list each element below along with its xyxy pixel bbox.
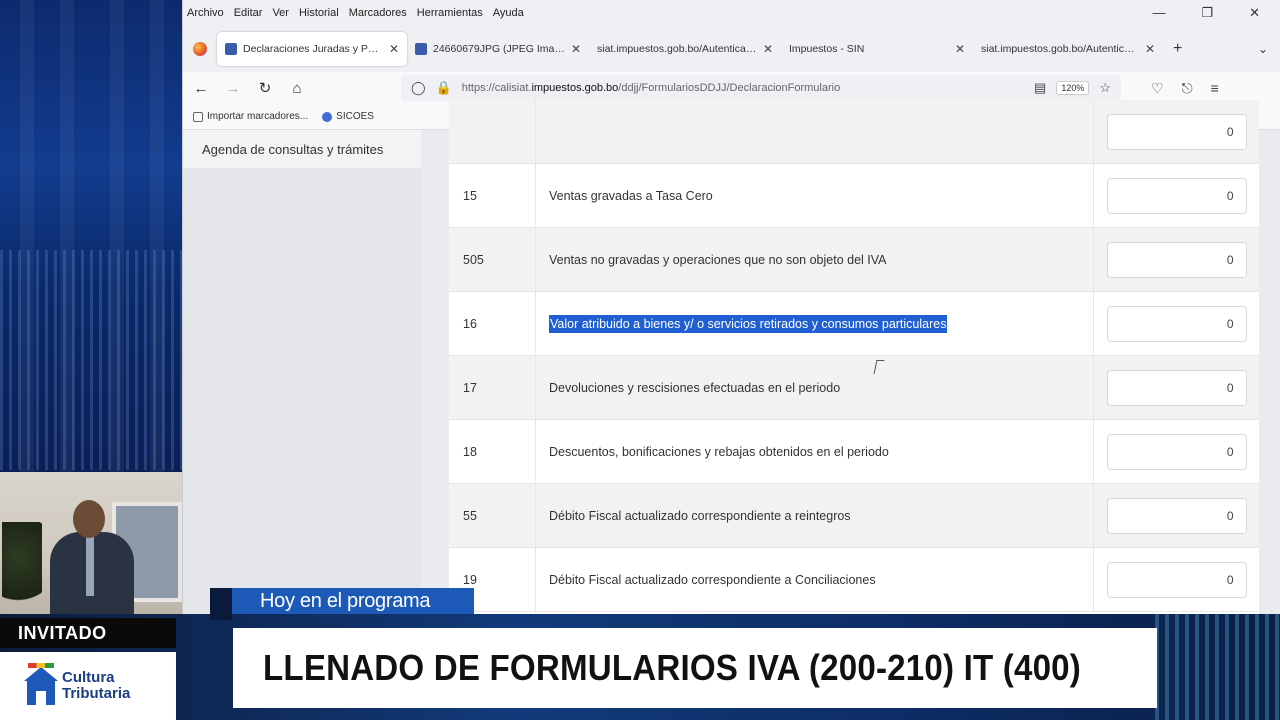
- bookmark-sicoes[interactable]: SICOES: [322, 111, 374, 122]
- row-code: 15: [449, 164, 536, 227]
- lower-third-edge: [210, 588, 232, 620]
- chevron-down-icon[interactable]: ⌄: [1258, 42, 1268, 56]
- selected-text: Valor atribuido a bienes y/ o servicios …: [549, 314, 948, 333]
- back-icon[interactable]: ←: [193, 80, 209, 97]
- menu-historial[interactable]: Historial: [299, 7, 339, 19]
- minimize-icon[interactable]: —: [1152, 5, 1165, 21]
- menu-hamburger-icon[interactable]: ≡: [1211, 80, 1219, 97]
- cultura-tributaria-logo: Cultura Tributaria: [0, 652, 176, 720]
- tab-impuestos-sin[interactable]: Impuestos - SIN ✕: [781, 32, 973, 66]
- row-description: Ventas no gravadas y operaciones que no …: [536, 228, 1094, 291]
- guest-label: INVITADO: [0, 618, 176, 648]
- table-row: 19 Débito Fiscal actualizado correspondi…: [449, 548, 1259, 612]
- table-row: 55 Débito Fiscal actualizado correspondi…: [449, 484, 1259, 548]
- import-icon: [193, 111, 203, 122]
- menu-archivo[interactable]: Archivo: [187, 7, 224, 19]
- row-value-input[interactable]: [1106, 497, 1247, 534]
- row-description: Valor atribuido a bienes y/ o servicios …: [536, 292, 1094, 355]
- sicoes-icon: [322, 111, 333, 122]
- studio-background: [0, 0, 182, 472]
- tab-jpeg-image[interactable]: 24660679JPG (JPEG Imagen ✕: [407, 32, 589, 66]
- close-tab-icon[interactable]: ✕: [763, 42, 773, 56]
- menu-marcadores[interactable]: Marcadores: [349, 7, 407, 19]
- logo-text: Cultura Tributaria: [62, 670, 130, 702]
- row-value-input[interactable]: [1106, 369, 1247, 406]
- row-value-input[interactable]: [1106, 241, 1247, 278]
- program-label: Hoy en el programa: [232, 588, 474, 614]
- zoom-level[interactable]: 120%: [1056, 81, 1090, 95]
- guest-webcam: [0, 472, 182, 620]
- bookmark-star-icon[interactable]: ☆: [1099, 80, 1111, 96]
- close-window-icon[interactable]: ✕: [1249, 5, 1260, 21]
- row-value-input[interactable]: [1106, 113, 1247, 150]
- menu-herramientas[interactable]: Herramientas: [417, 7, 483, 19]
- pocket-icon[interactable]: ♡: [1151, 80, 1164, 97]
- table-row: 18 Descuentos, bonificaciones y rebajas …: [449, 420, 1259, 484]
- page-content: Agenda de consultas y trámites 15 Ventas…: [183, 100, 1280, 620]
- table-row: 16 Valor atribuido a bienes y/ o servici…: [449, 292, 1259, 356]
- tab-bar: Declaraciones Juradas y Portal ✕ 2466067…: [183, 26, 1280, 72]
- menu-ver[interactable]: Ver: [272, 7, 289, 19]
- row-code: 18: [449, 420, 536, 483]
- tab-siat-auth-2[interactable]: siat.impuestos.gob.bo/Autenticacio ✕: [973, 32, 1163, 66]
- image-favicon-icon: [415, 43, 427, 55]
- row-description: Descuentos, bonificaciones y rebajas obt…: [536, 420, 1094, 483]
- forward-icon[interactable]: →: [225, 80, 241, 97]
- close-tab-icon[interactable]: ✕: [571, 42, 581, 56]
- declaration-form: 15 Ventas gravadas a Tasa Cero 505 Venta…: [449, 100, 1259, 620]
- broadcast-frame: Archivo Editar Ver Historial Marcadores …: [0, 0, 1280, 720]
- tab-declaraciones[interactable]: Declaraciones Juradas y Portal ✕: [217, 32, 407, 66]
- lock-icon[interactable]: 🔒: [436, 80, 452, 96]
- row-description: Débito Fiscal actualizado correspondient…: [536, 484, 1094, 547]
- table-row: [449, 100, 1259, 164]
- close-tab-icon[interactable]: ✕: [1145, 42, 1155, 56]
- logo-line-1: Cultura: [62, 669, 115, 686]
- close-tab-icon[interactable]: ✕: [389, 42, 399, 56]
- menu-editar[interactable]: Editar: [234, 7, 263, 19]
- row-value-input[interactable]: [1106, 177, 1247, 214]
- row-value-input[interactable]: [1106, 433, 1247, 470]
- table-row: 505 Ventas no gravadas y operaciones que…: [449, 228, 1259, 292]
- row-description: Débito Fiscal actualizado correspondient…: [536, 548, 1094, 611]
- row-code: 505: [449, 228, 536, 291]
- row-value-input[interactable]: [1106, 561, 1247, 598]
- sidebar-item-agenda[interactable]: Agenda de consultas y trámites: [183, 130, 421, 168]
- new-tab-icon[interactable]: +: [1173, 40, 1182, 58]
- building-logo-icon: [24, 663, 58, 705]
- menu-ayuda[interactable]: Ayuda: [493, 7, 524, 19]
- close-tab-icon[interactable]: ✕: [955, 42, 965, 56]
- url-text[interactable]: https://calisiat.impuestos.gob.bo/ddjj/F…: [462, 82, 1024, 94]
- browser-window: Archivo Editar Ver Historial Marcadores …: [182, 0, 1280, 620]
- home-icon[interactable]: ⌂: [289, 80, 305, 97]
- program-title: LLENADO DE FORMULARIOS IVA (200-210) IT …: [263, 647, 1081, 688]
- row-code: 16: [449, 292, 536, 355]
- restore-icon[interactable]: ❐: [1201, 5, 1213, 21]
- menu-bar: Archivo Editar Ver Historial Marcadores …: [183, 0, 1280, 26]
- row-description: Ventas gravadas a Tasa Cero: [536, 164, 1094, 227]
- page-favicon-icon: [225, 43, 237, 55]
- url-bar[interactable]: ◯ 🔒 https://calisiat.impuestos.gob.bo/dd…: [401, 75, 1121, 101]
- logo-line-2: Tributaria: [62, 685, 131, 702]
- row-code: 55: [449, 484, 536, 547]
- row-code: [449, 100, 536, 163]
- table-row: 17 Devoluciones y rescisiones efectuadas…: [449, 356, 1259, 420]
- row-value-input[interactable]: [1106, 305, 1247, 342]
- firefox-icon: [193, 42, 207, 56]
- extensions-icon[interactable]: ⎋: [1182, 80, 1193, 97]
- shield-icon[interactable]: ◯: [411, 80, 426, 96]
- reader-view-icon[interactable]: ▤: [1034, 80, 1046, 96]
- reload-icon[interactable]: ↻: [257, 79, 273, 97]
- bookmark-import[interactable]: Importar marcadores...: [193, 111, 308, 122]
- program-title-bar: LLENADO DE FORMULARIOS IVA (200-210) IT …: [233, 628, 1157, 708]
- row-code: 17: [449, 356, 536, 419]
- table-row: 15 Ventas gravadas a Tasa Cero: [449, 164, 1259, 228]
- sidebar: Agenda de consultas y trámites: [183, 130, 421, 620]
- tab-siat-auth-1[interactable]: siat.impuestos.gob.bo/Autenticacio ✕: [589, 32, 781, 66]
- row-description: [536, 100, 1094, 163]
- row-description: Devoluciones y rescisiones efectuadas en…: [536, 356, 1094, 419]
